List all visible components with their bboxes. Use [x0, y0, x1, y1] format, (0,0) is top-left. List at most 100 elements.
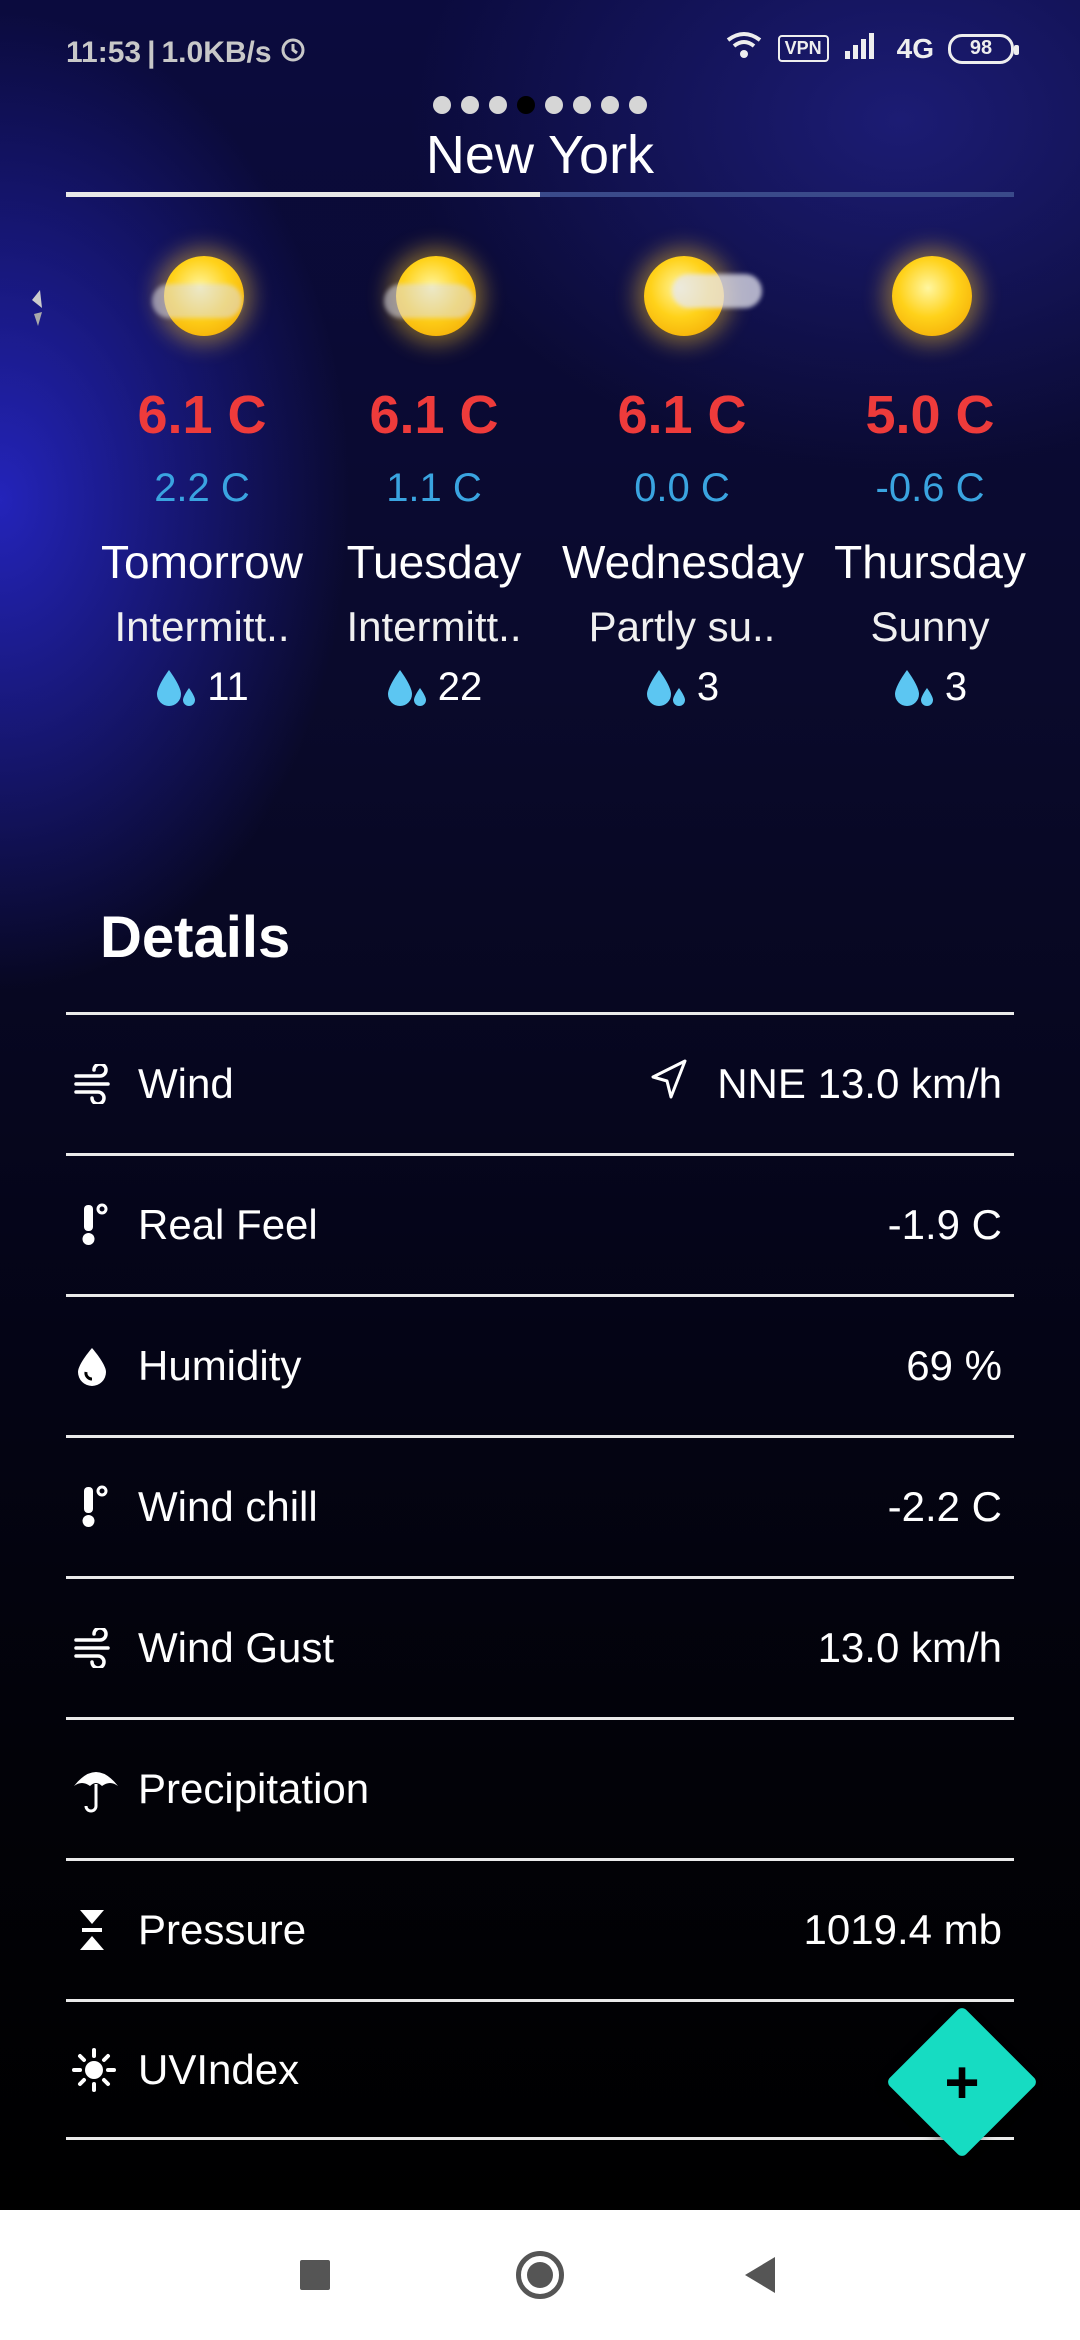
wifi-icon	[724, 30, 764, 67]
day-name: Thursday	[834, 536, 1026, 588]
precipitation-chance: 11	[82, 665, 322, 710]
page-dot	[545, 96, 563, 114]
detail-value-group: 69 %	[906, 1342, 1002, 1390]
intermittent-clouds-icon	[82, 240, 322, 370]
wind-icon	[72, 1054, 128, 1114]
page-dot	[629, 96, 647, 114]
condition-text: Sunny	[870, 603, 990, 650]
network-speed: 1.0KB/s	[161, 36, 272, 69]
thermometer-icon	[72, 1195, 128, 1255]
high-temperature: 6.1 C	[617, 385, 747, 445]
cloud-shape	[384, 284, 474, 318]
precipitation-chance: 3	[562, 665, 802, 710]
detail-value: -1.9 C	[887, 1201, 1002, 1248]
back-button[interactable]	[700, 2210, 820, 2340]
vpn-badge: VPN	[777, 35, 829, 62]
recents-icon	[300, 2260, 330, 2290]
plus-icon[interactable]: +	[908, 2028, 1016, 2136]
high-temperature: 5.0 C	[865, 385, 995, 445]
forecast-day-card[interactable]: 6.1 C 2.2 C Tomorrow Intermitt.. 11	[82, 240, 322, 710]
intermittent-clouds-icon	[314, 240, 554, 370]
condition-text: Intermitt..	[346, 603, 522, 650]
high-temperature: 6.1 C	[137, 385, 267, 445]
detail-value: NNE 13.0 km/h	[717, 1060, 1002, 1107]
city-underline	[66, 192, 1014, 197]
detail-row-wind-chill: Wind chill -2.2 C	[66, 1435, 1014, 1576]
forecast-strip[interactable]: 6.1 C 2.2 C Tomorrow Intermitt.. 11 6.1 C 1.1 …	[0, 240, 1080, 780]
page-dot	[517, 96, 535, 114]
uv-sun-icon	[72, 2040, 128, 2100]
partly-sunny-icon	[562, 240, 802, 370]
detail-value-group: -1.9 C	[888, 1201, 1002, 1249]
detail-label: Real Feel	[138, 1201, 318, 1248]
detail-value-group: 13.0 km/h	[818, 1624, 1002, 1672]
page-dot	[573, 96, 591, 114]
rain-drops-icon	[386, 666, 430, 710]
detail-value: -2.2 C	[887, 1483, 1002, 1530]
forecast-day-card[interactable]: 5.0 C -0.6 C Thursday Sunny 3	[810, 240, 1050, 710]
day-name: Tomorrow	[101, 536, 303, 588]
rain-drops-icon	[645, 666, 689, 710]
alarm-icon	[278, 34, 308, 72]
city-title[interactable]: New York	[0, 124, 1080, 186]
detail-row-pressure: Pressure 1019.4 mb	[66, 1858, 1014, 1999]
humidity-drop-icon	[72, 1336, 128, 1396]
precipitation-value: 3	[944, 665, 968, 709]
condition-text: Intermitt..	[114, 603, 290, 650]
condition-text: Partly su..	[588, 603, 776, 650]
details-title: Details	[100, 905, 291, 970]
forecast-day-card[interactable]: 6.1 C 0.0 C Wednesday Partly su.. 3	[562, 240, 805, 710]
detail-value-group: 1019.4 mb	[804, 1906, 1002, 1954]
home-button[interactable]	[480, 2210, 600, 2340]
detail-value-group: -2.2 C	[888, 1483, 1002, 1531]
signal-icon	[843, 31, 883, 66]
day-name: Tuesday	[346, 536, 522, 588]
detail-label: Wind Gust	[138, 1624, 335, 1671]
status-right: VPN 4G 98	[724, 30, 1019, 67]
detail-label: Pressure	[138, 1906, 307, 1953]
page-dot	[489, 96, 507, 114]
rain-drops-icon	[155, 666, 199, 710]
page-dot	[461, 96, 479, 114]
wind-direction-arrow-icon	[647, 1057, 691, 1111]
cloud-shape	[672, 274, 762, 308]
low-temperature: 1.1 C	[386, 466, 482, 510]
detail-row-wind-gust: Wind Gust 13.0 km/h	[66, 1576, 1014, 1717]
thermometer-icon	[72, 1477, 128, 1537]
precipitation-value: 11	[207, 665, 249, 709]
status-separator: |	[147, 36, 156, 69]
status-bar: 11:53 | 1.0KB/s VPN 4G 98	[0, 0, 1080, 100]
wind-icon	[72, 1618, 128, 1678]
system-nav-bar	[0, 2210, 1080, 2340]
detail-value: 13.0 km/h	[817, 1624, 1002, 1671]
network-type: 4G	[896, 32, 934, 64]
detail-label: Precipitation	[138, 1765, 370, 1812]
detail-value: 1019.4 mb	[803, 1906, 1002, 1953]
detail-label: Humidity	[138, 1342, 302, 1389]
detail-row-wind: Wind NNE 13.0 km/h	[66, 1012, 1014, 1153]
recents-button[interactable]	[255, 2210, 375, 2340]
precipitation-chance: 3	[810, 665, 1050, 710]
sunny-icon	[810, 240, 1050, 370]
low-temperature: -0.6 C	[875, 466, 985, 510]
detail-label: Wind	[138, 1060, 234, 1107]
home-icon	[516, 2251, 564, 2299]
precipitation-value: 22	[437, 665, 483, 709]
details-list: Wind NNE 13.0 km/h Real Feel -1.9 C Humidity…	[66, 1012, 1014, 2140]
detail-value-group: NNE 13.0 km/h	[647, 1057, 1002, 1111]
status-left: 11:53 | 1.0KB/s	[66, 34, 308, 72]
rain-drops-icon	[893, 666, 937, 710]
detail-row-precipitation: Precipitation	[66, 1717, 1014, 1858]
precipitation-value: 3	[696, 665, 720, 709]
day-name: Wednesday	[562, 536, 805, 588]
high-temperature: 6.1 C	[369, 385, 499, 445]
low-temperature: 2.2 C	[154, 466, 250, 510]
forecast-day-card[interactable]: 6.1 C 1.1 C Tuesday Intermitt.. 22	[314, 240, 554, 710]
low-temperature: 0.0 C	[634, 466, 730, 510]
battery-level: 98	[969, 37, 993, 59]
page-indicator	[0, 96, 1080, 114]
city-underline-progress	[66, 192, 540, 197]
detail-label: Wind chill	[138, 1483, 318, 1530]
cloud-shape	[152, 284, 242, 318]
back-icon	[745, 2257, 775, 2293]
